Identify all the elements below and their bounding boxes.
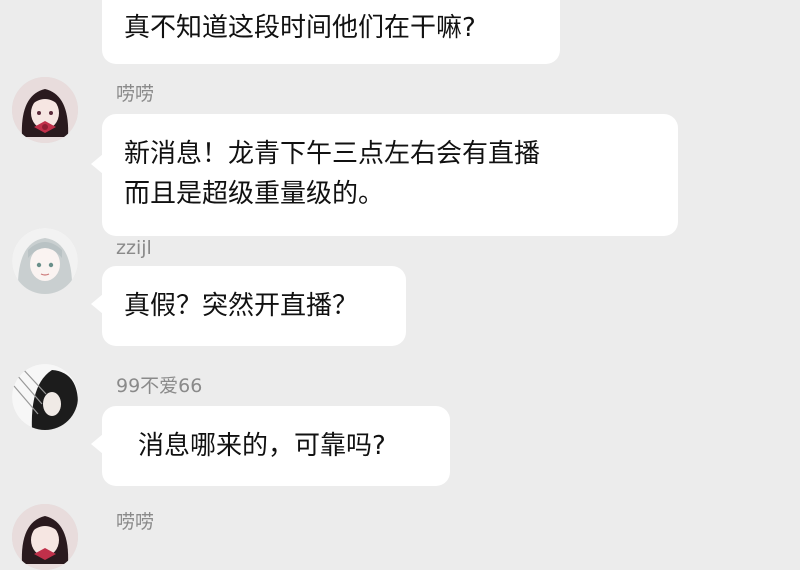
bubble-tail xyxy=(91,294,103,314)
sender-name: zzijl xyxy=(116,237,152,259)
dark-haired-sketch-avatar-icon xyxy=(12,364,78,430)
user-avatar[interactable] xyxy=(12,364,78,430)
bubble-tail xyxy=(91,434,103,454)
white-haired-girl-avatar-icon xyxy=(12,228,78,294)
bubble-tail xyxy=(91,154,103,174)
message-text: 消息哪来的，可靠吗? xyxy=(138,431,386,461)
sender-name: 99不爱66 xyxy=(116,375,203,397)
message-bubble[interactable]: 真不知道这段时间他们在干嘛? xyxy=(102,0,560,64)
sender-name: 唠唠 xyxy=(116,511,155,533)
message-text: 真假？突然开直播？ xyxy=(124,291,359,321)
message-text-line: 而且是超级重量级的。 xyxy=(124,179,385,209)
message-text: 真不知道这段时间他们在干嘛? xyxy=(124,13,476,43)
user-avatar[interactable] xyxy=(12,77,78,143)
message-bubble[interactable]: 新消息！龙青下午三点左右会有直播 而且是超级重量级的。 xyxy=(91,114,678,236)
message-bubble[interactable]: 消息哪来的，可靠吗? xyxy=(91,406,450,486)
message-bubble[interactable]: 真假？突然开直播？ xyxy=(91,266,406,346)
message-text-line: 新消息！龙青下午三点左右会有直播 xyxy=(124,139,541,169)
girl-red-bow-avatar-icon xyxy=(12,504,78,570)
user-avatar[interactable] xyxy=(12,504,78,570)
girl-red-bow-avatar-icon xyxy=(12,77,78,143)
user-avatar[interactable] xyxy=(12,228,78,294)
sender-name: 唠唠 xyxy=(116,83,155,105)
